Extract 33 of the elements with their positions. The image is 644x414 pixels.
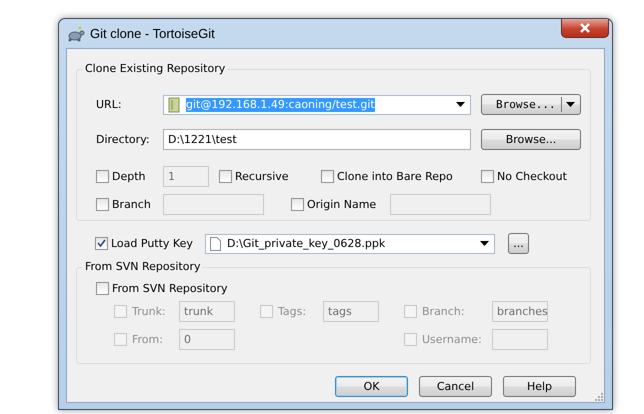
dialog-button[interactable]: Cancel (419, 376, 492, 397)
resize-grip-icon (594, 392, 603, 401)
checkbox[interactable]: Origin Name (291, 198, 390, 211)
dialog-button[interactable]: OK (335, 376, 408, 397)
close-icon (579, 23, 591, 33)
window-title: Git clone - TortoiseGit (90, 26, 215, 41)
browse-split-button[interactable]: Browse... (481, 94, 581, 115)
dropdown-arrow-icon (480, 241, 489, 246)
checkbox[interactable]: Depth (96, 170, 163, 183)
file-icon (210, 236, 221, 250)
key-file-combobox[interactable]: D:\Git_private_key_0628.ppk (205, 234, 495, 254)
directory-label: Directory: (96, 133, 151, 146)
checkbox[interactable]: Load Putty Key (95, 237, 205, 250)
url-text: git@192.168.1.49:caoning/test.git (186, 98, 375, 112)
browse-button[interactable]: Browse... (481, 129, 581, 150)
browse-button[interactable]: ... (508, 233, 529, 254)
group-title: Clone Existing Repository (83, 62, 228, 76)
group-title: From SVN Repository (83, 260, 202, 274)
dialog-button[interactable]: Help (503, 376, 576, 397)
turtle-icon (67, 26, 85, 42)
dropdown-arrow-icon (566, 102, 575, 107)
url-label: URL: (96, 98, 123, 111)
checkbox[interactable]: Clone into Bare Repo (321, 170, 481, 183)
dropdown-arrow-icon (456, 102, 465, 107)
repository-icon (168, 96, 180, 112)
key-file-text: D:\Git_private_key_0628.ppk (227, 236, 386, 250)
close-button[interactable] (561, 19, 609, 38)
check-icon (97, 239, 106, 248)
checkbox[interactable]: From SVN Repository (96, 282, 228, 295)
directory-field[interactable]: D:\1221\test (163, 129, 471, 150)
checkbox[interactable]: Branch (96, 198, 163, 211)
checkbox[interactable]: Recursive (219, 170, 321, 183)
checkbox[interactable]: No Checkout (481, 170, 590, 183)
